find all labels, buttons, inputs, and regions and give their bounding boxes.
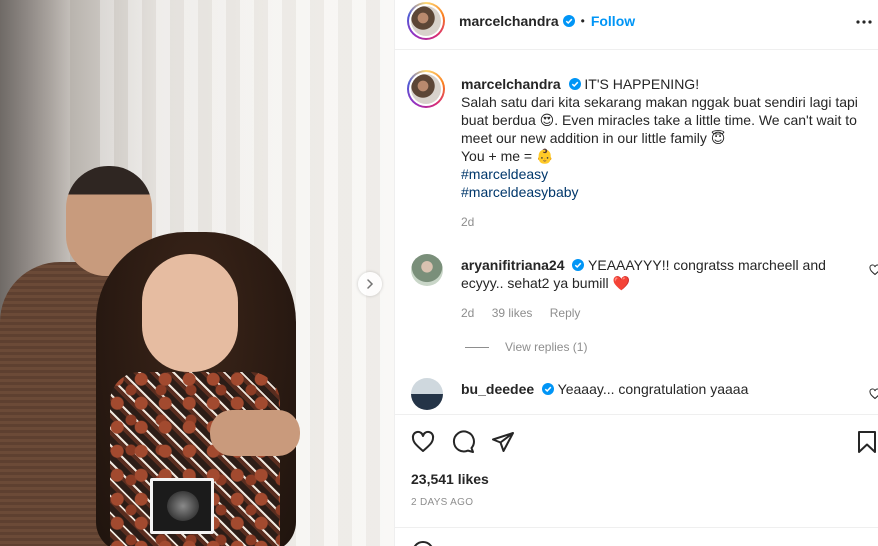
post-side-panel: marcelchandra • Follow marcelchandra IT'… <box>394 0 878 546</box>
chevron-right-icon <box>367 279 374 289</box>
comment-likes-count[interactable]: 39 likes <box>492 306 533 320</box>
verified-badge-icon <box>542 383 555 395</box>
caption-line-2: Salah satu dari kita sekarang makan ngga… <box>461 94 858 146</box>
add-comment-bar[interactable] <box>395 527 878 546</box>
comment-meta: 2d 39 likes Reply <box>461 306 594 320</box>
post-header: marcelchandra • Follow <box>395 0 878 50</box>
more-options-icon[interactable] <box>855 13 873 31</box>
comment-like-heart-icon[interactable] <box>869 264 878 276</box>
post-actions-section: 23,541 likes 2 DAYS AGO <box>395 414 878 546</box>
comment-text-block: aryanifitriana24 YEAAAYYY!! congratss ma… <box>461 256 865 292</box>
commenter-avatar[interactable] <box>411 254 443 286</box>
photo-woman-face <box>142 254 238 372</box>
verified-badge-icon <box>562 15 575 27</box>
post-photo <box>0 0 394 546</box>
bookmark-icon[interactable] <box>855 430 878 454</box>
follow-button[interactable]: Follow <box>591 13 635 29</box>
photo-ultrasound-print <box>150 478 214 534</box>
comment-item: aryanifitriana24 YEAAAYYY!! congratss ma… <box>411 254 878 334</box>
view-replies-button[interactable]: View replies (1) <box>465 340 587 354</box>
hashtag-link[interactable]: #marceldeasy <box>461 165 866 183</box>
photo-man-arm <box>210 410 300 456</box>
verified-badge-icon <box>572 259 585 271</box>
caption-time: 2d <box>461 215 475 229</box>
comment-text: Yeaaay... congratulation yaaaa <box>557 381 749 397</box>
post-timestamp: 2 DAYS AGO <box>411 497 474 508</box>
author-username[interactable]: marcelchandra <box>459 13 559 29</box>
commenter-avatar[interactable] <box>411 378 443 410</box>
reply-button[interactable]: Reply <box>550 306 581 320</box>
separator-dot: • <box>580 14 585 28</box>
share-icon[interactable] <box>491 430 515 454</box>
caption-line-1: IT'S HAPPENING! <box>584 76 700 92</box>
heart-icon[interactable] <box>411 430 435 454</box>
caption-author-avatar[interactable] <box>407 70 445 108</box>
verified-badge-icon <box>568 78 581 90</box>
caption-line-3: You + me = 👶 <box>461 148 554 164</box>
view-replies-label: View replies (1) <box>505 340 588 354</box>
caption-username[interactable]: marcelchandra <box>461 76 561 92</box>
likes-count[interactable]: 23,541 likes <box>411 471 489 487</box>
comment-time: 2d <box>461 306 475 320</box>
post-caption: marcelchandra IT'S HAPPENING! Salah satu… <box>461 75 866 231</box>
comment-text-block: bu_deedee Yeaaay... congratulation yaaaa <box>461 380 865 398</box>
comment-item: bu_deedee Yeaaay... congratulation yaaaa <box>411 378 878 412</box>
author-avatar[interactable] <box>407 2 445 40</box>
commenter-username[interactable]: bu_deedee <box>461 381 534 397</box>
commenter-username[interactable]: aryanifitriana24 <box>461 257 565 273</box>
comment-icon[interactable] <box>451 430 475 454</box>
hashtag-link[interactable]: #marceldeasybaby <box>461 183 866 201</box>
emoji-icon[interactable] <box>411 540 435 546</box>
next-photo-button[interactable] <box>358 272 382 296</box>
comment-like-heart-icon[interactable] <box>869 388 878 400</box>
